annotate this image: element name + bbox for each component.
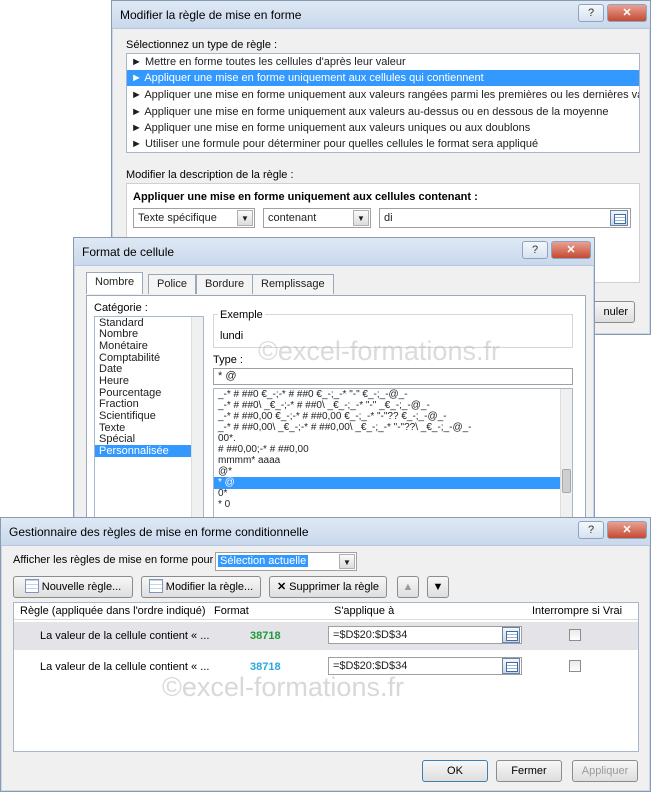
stop-if-true-checkbox[interactable]	[569, 629, 581, 641]
category-item[interactable]: Spécial	[95, 433, 192, 445]
scrollbar-thumb[interactable]	[562, 469, 571, 493]
new-rule-button[interactable]: Nouvelle règle...	[13, 576, 133, 598]
watermark: ©excel-formations.fr	[162, 672, 404, 702]
rules-manager-title: Gestionnaire des règles de mise en forme…	[9, 525, 309, 539]
delete-icon: ✕	[276, 581, 287, 593]
table-row[interactable]: La valeur de la cellule contient « ... 3…	[14, 622, 638, 650]
operator-value: contenant	[268, 212, 317, 224]
edit-rule-title: Modifier la règle de mise en forme	[120, 8, 302, 22]
show-rules-select[interactable]: Sélection actuelle ▼	[215, 552, 357, 571]
type-input-value: * @	[218, 370, 237, 382]
close-button[interactable]: ✕	[607, 4, 647, 22]
arrow-up-icon: ▲	[402, 581, 414, 593]
category-item[interactable]: Nombre	[95, 328, 192, 340]
format-cells-titlebar: Format de cellule ? ✕	[74, 238, 594, 266]
rule-type-item[interactable]: ► Mettre en forme toutes les cellules d'…	[127, 54, 639, 70]
category-item[interactable]: Monétaire	[95, 340, 192, 352]
category-list[interactable]: Standard Nombre Monétaire Comptabilité D…	[94, 316, 204, 528]
range-picker-icon[interactable]	[502, 627, 520, 643]
help-button[interactable]: ?	[522, 241, 548, 259]
tab-police[interactable]: Police	[148, 274, 196, 294]
category-item[interactable]: Heure	[95, 375, 192, 387]
type-input[interactable]: * @	[213, 368, 573, 385]
rule-type-item[interactable]: ► Appliquer une mise en forme uniquement…	[127, 104, 639, 120]
range-picker-icon[interactable]	[502, 658, 520, 674]
type-label: Type :	[213, 354, 243, 366]
category-item[interactable]: Date	[95, 363, 192, 375]
close-button[interactable]: ✕	[551, 241, 591, 259]
format-tabs: Nombre Police Bordure Remplissage	[86, 272, 586, 296]
format-preview: 38718	[250, 630, 281, 642]
new-rule-label: Nouvelle règle...	[41, 581, 122, 593]
apply-button[interactable]: Appliquer	[572, 760, 638, 782]
arrow-down-icon: ▼	[432, 581, 444, 593]
col-applies-header: S'applique à	[334, 605, 395, 617]
tab-remplissage[interactable]: Remplissage	[252, 274, 334, 294]
applies-to-input[interactable]: =$D$20:$D$34	[328, 626, 522, 644]
format-code-list[interactable]: _-* # ##0 €_-;-* # ##0 €_-;_-* "-" €_-;_…	[213, 388, 573, 528]
help-button[interactable]: ?	[578, 4, 604, 22]
col-rule-header: Règle (appliquée dans l'ordre indiqué)	[20, 605, 206, 617]
rule-type-item[interactable]: ► Appliquer une mise en forme uniquement…	[127, 120, 639, 136]
ok-button[interactable]: OK	[422, 760, 488, 782]
watermark: ©excel-formations.fr	[258, 336, 500, 366]
col-stop-header: Interrompre si Vrai	[532, 605, 623, 617]
rule-type-item[interactable]: ► Appliquer une mise en forme uniquement…	[127, 87, 639, 103]
move-up-button[interactable]: ▲	[397, 576, 419, 598]
show-rules-value: Sélection actuelle	[218, 555, 309, 567]
close-button[interactable]: ✕	[607, 521, 647, 539]
value-input[interactable]: di	[379, 208, 631, 228]
rules-manager-dialog: Gestionnaire des règles de mise en forme…	[0, 517, 651, 792]
edit-rule-icon	[148, 579, 163, 593]
format-code-item[interactable]: * 0	[214, 499, 560, 511]
move-down-button[interactable]: ▼	[427, 576, 449, 598]
edit-rule-button[interactable]: Modifier la règle...	[141, 576, 261, 598]
tab-bordure[interactable]: Bordure	[196, 274, 254, 294]
tab-content: Catégorie : Standard Nombre Monétaire Co…	[86, 295, 586, 528]
rule-description: La valeur de la cellule contient « ...	[40, 630, 210, 642]
applies-to-value: =$D$20:$D$34	[333, 660, 408, 672]
value-text: di	[384, 212, 393, 224]
stop-if-true-checkbox[interactable]	[569, 660, 581, 672]
category-item-selected[interactable]: Personnalisée	[95, 445, 192, 457]
example-value: lundi	[220, 330, 244, 342]
delete-rule-button[interactable]: ✕ Supprimer la règle	[269, 576, 387, 598]
rule-type-item[interactable]: ► Utiliser une formule pour déterminer p…	[127, 136, 639, 152]
condition-type-select[interactable]: Texte spécifique ▼	[133, 208, 255, 228]
range-picker-icon[interactable]	[610, 210, 628, 226]
format-cells-dialog: Format de cellule ? ✕ Nombre Police Bord…	[73, 237, 595, 528]
rule-type-item-selected[interactable]: ► Appliquer une mise en forme uniquement…	[127, 70, 639, 86]
rules-manager-titlebar: Gestionnaire des règles de mise en forme…	[1, 518, 650, 546]
close-dialog-button[interactable]: Fermer	[496, 760, 562, 782]
chevron-down-icon[interactable]: ▼	[353, 210, 369, 226]
chevron-down-icon[interactable]: ▼	[237, 210, 253, 226]
operator-select[interactable]: contenant ▼	[263, 208, 371, 228]
example-label: Exemple	[218, 309, 265, 321]
delete-rule-label: Supprimer la règle	[289, 581, 380, 593]
rule-type-list[interactable]: ► Mettre en forme toutes les cellules d'…	[126, 53, 640, 153]
category-label: Catégorie :	[94, 302, 148, 314]
applies-to-value: =$D$20:$D$34	[333, 629, 408, 641]
chevron-down-icon[interactable]: ▼	[339, 554, 355, 569]
col-format-header: Format	[214, 605, 249, 617]
condition-type-value: Texte spécifique	[138, 212, 217, 224]
category-item[interactable]: Scientifique	[95, 410, 192, 422]
edit-rule-titlebar: Modifier la règle de mise en forme ? ✕	[112, 1, 650, 29]
new-rule-icon	[24, 579, 39, 593]
rules-table-header: Règle (appliquée dans l'ordre indiqué) F…	[14, 603, 638, 620]
category-item[interactable]: Fraction	[95, 398, 192, 410]
help-button[interactable]: ?	[578, 521, 604, 539]
apply-format-label: Appliquer une mise en forme uniquement a…	[133, 191, 478, 203]
select-rule-type-label: Sélectionnez un type de règle :	[126, 39, 278, 51]
category-scrollbar[interactable]	[191, 317, 203, 527]
edit-rule-label: Modifier la règle...	[165, 581, 254, 593]
tab-nombre[interactable]: Nombre	[86, 272, 144, 294]
format-list-scrollbar[interactable]	[560, 389, 572, 527]
rule-description-label: Modifier la description de la règle :	[126, 169, 294, 181]
show-rules-label: Afficher les règles de mise en forme pou…	[13, 554, 220, 566]
format-cells-title: Format de cellule	[82, 245, 175, 259]
